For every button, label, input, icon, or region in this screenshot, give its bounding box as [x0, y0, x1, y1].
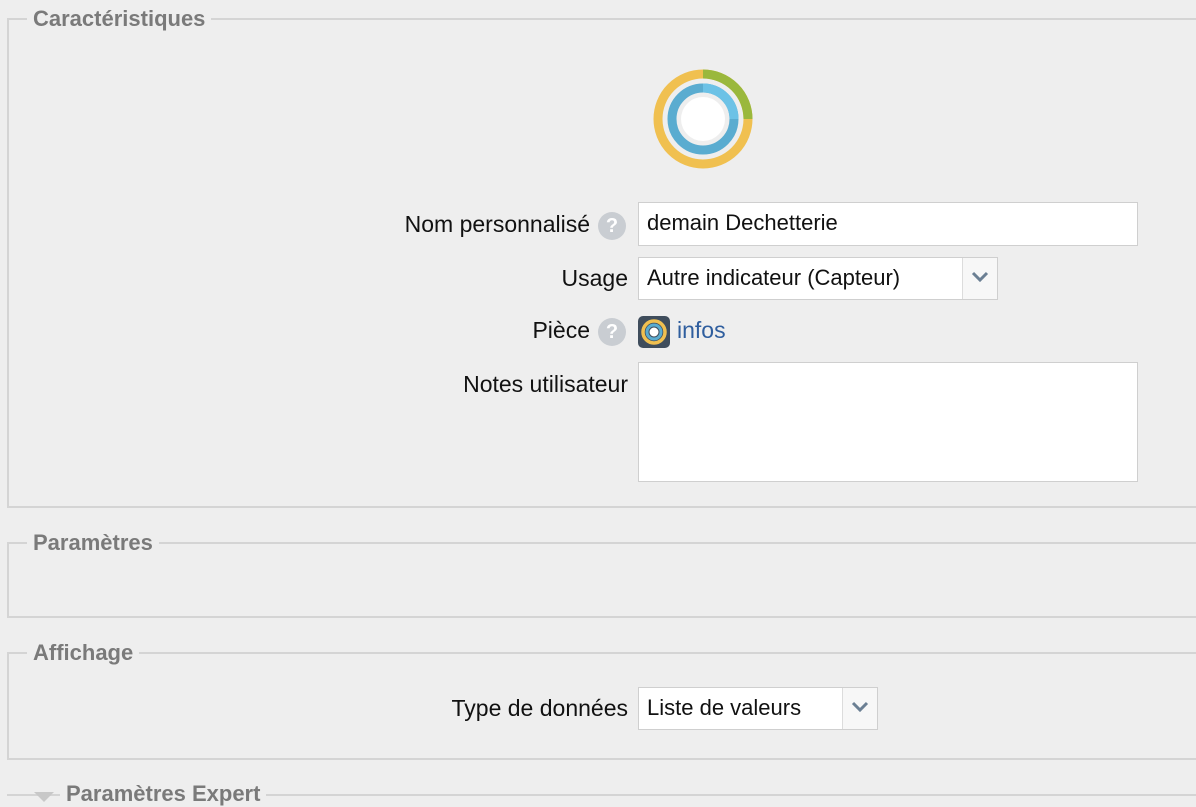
data-type-select[interactable]: Liste de valeurs — [638, 687, 878, 730]
usage-select[interactable]: Autre indicateur (Capteur) — [638, 257, 998, 300]
help-icon[interactable]: ? — [598, 212, 626, 240]
usage-dropdown-button[interactable] — [962, 258, 997, 299]
notes-label: Notes utilisateur — [463, 371, 628, 397]
room-label: Pièce — [532, 317, 590, 343]
custom-name-label: Nom personnalisé — [404, 211, 590, 237]
room-ring-icon[interactable] — [638, 316, 670, 348]
notes-textarea[interactable] — [638, 362, 1138, 482]
chevron-down-icon — [851, 701, 869, 713]
section-parameters: Paramètres — [7, 530, 1196, 618]
data-type-dropdown-button[interactable] — [842, 688, 877, 729]
help-icon[interactable]: ? — [598, 318, 626, 346]
custom-name-input[interactable]: demain Dechetterie — [638, 202, 1138, 246]
section-parameters-title: Paramètres — [27, 530, 159, 556]
chevron-down-icon — [971, 271, 989, 283]
room-link[interactable]: infos — [677, 316, 726, 344]
data-type-select-value: Liste de valeurs — [647, 695, 802, 720]
section-display-title: Affichage — [27, 640, 140, 666]
ring-gauge-icon — [653, 69, 753, 169]
section-characteristics-title: Caractéristiques — [27, 6, 212, 32]
triangle-down-icon[interactable] — [34, 792, 54, 804]
usage-select-value: Autre indicateur (Capteur) — [647, 265, 901, 290]
usage-label: Usage — [561, 265, 628, 291]
data-type-label: Type de données — [451, 695, 628, 721]
section-expert-title[interactable]: Paramètres Expert — [60, 781, 267, 807]
